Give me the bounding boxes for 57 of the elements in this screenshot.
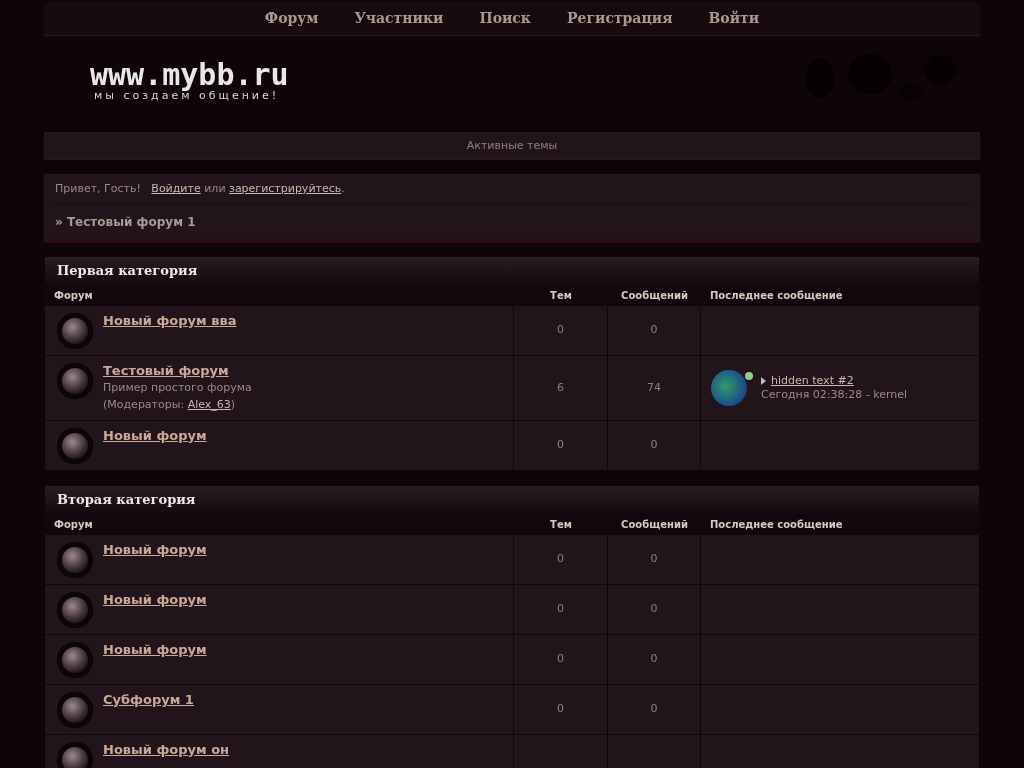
category-title: Первая категория <box>57 261 198 280</box>
moderators-text: (Модераторы: Alex_63) <box>103 397 237 413</box>
breadcrumb: » Тестовый форум 1 <box>55 214 196 231</box>
post-count: 0 <box>650 601 658 618</box>
moderator-link[interactable]: Alex_63 <box>187 398 231 411</box>
topic-count: 0 <box>557 437 564 454</box>
forum-status-icon <box>55 640 95 680</box>
column-header: Последнее сообщение <box>710 518 843 530</box>
logo-title: www.mybb.ru <box>90 60 289 90</box>
nav-link[interactable]: Поиск <box>479 8 531 29</box>
post-count: 0 <box>650 322 658 339</box>
forum-status-icon <box>55 590 95 630</box>
forum-description: Пример простого форума <box>103 380 252 396</box>
nav-link[interactable]: Форум <box>264 8 319 29</box>
topic-count: 0 <box>557 601 564 618</box>
post-count: 74 <box>647 379 661 396</box>
topic-count: 6 <box>557 379 564 396</box>
last-post-link[interactable]: hidden text #2 <box>771 374 854 388</box>
post-count: 0 <box>650 651 658 668</box>
login-link[interactable]: Войдите <box>151 182 201 196</box>
forum-status-icon <box>55 540 95 580</box>
forum-link[interactable]: Новый форум <box>103 428 207 444</box>
forum-link[interactable]: Тестовый форум <box>103 363 252 379</box>
forum-link[interactable]: Субфорум 1 <box>103 692 194 708</box>
post-count: 0 <box>650 437 658 454</box>
topic-count: 0 <box>557 651 564 668</box>
topic-count: 0 <box>557 322 564 339</box>
post-count: 0 <box>650 551 658 568</box>
forum-link[interactable]: Новый форум <box>103 642 207 658</box>
forum-link[interactable]: Новый форум вва <box>103 313 237 329</box>
column-header: Форум <box>54 289 93 301</box>
forum-status-icon <box>55 361 95 401</box>
forum-link[interactable]: Новый форум <box>103 592 207 608</box>
user-avatar[interactable] <box>711 370 747 406</box>
column-header: Сообщений <box>621 517 688 532</box>
post-count: 0 <box>650 701 658 718</box>
nav-link[interactable]: Участники <box>354 8 444 29</box>
forum-link[interactable]: Новый форум он <box>103 742 230 758</box>
logo-tagline: мы создаем общение! <box>94 90 280 102</box>
column-header: Сообщений <box>621 288 688 303</box>
column-header: Тем <box>550 517 572 532</box>
forum-status-icon <box>55 311 95 351</box>
topic-count: 0 <box>557 551 564 568</box>
category-title: Вторая категория <box>57 490 196 509</box>
caret-icon <box>761 377 766 385</box>
nav-link[interactable]: Войти <box>708 8 760 29</box>
nav-link[interactable]: Регистрация <box>567 8 673 29</box>
topic-count: 0 <box>557 701 564 718</box>
forum-status-icon <box>55 426 95 466</box>
forum-link[interactable]: Новый форум <box>103 542 207 558</box>
column-header: Тем <box>550 288 572 303</box>
active-topics-link[interactable]: Активные темы <box>466 137 558 155</box>
last-post-meta: Сегодня 02:38:28 - kernel <box>761 388 908 402</box>
column-header: Последнее сообщение <box>710 289 843 301</box>
forum-status-icon <box>55 690 95 730</box>
column-header: Форум <box>54 518 93 530</box>
welcome-text: Привет, Гость! Войдите или зарегистрируйтесь. <box>55 181 345 198</box>
